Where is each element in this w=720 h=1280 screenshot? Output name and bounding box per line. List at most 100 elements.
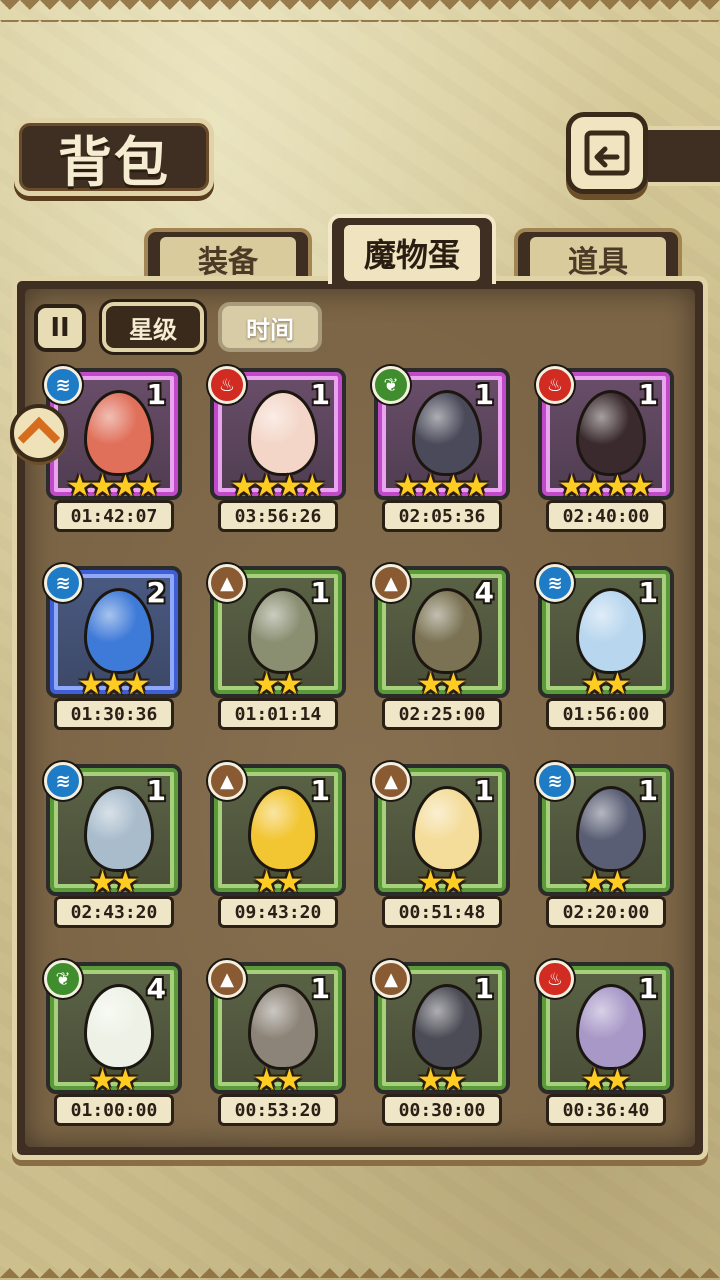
hatch-timer: 01:56:00 <box>546 698 666 730</box>
water-icon: ≋ <box>44 762 82 800</box>
monster-egg-image <box>84 984 154 1070</box>
top-border-decoration <box>0 0 720 22</box>
collapse-arrow-button[interactable] <box>10 404 68 462</box>
water-icon: ≋ <box>536 564 574 602</box>
egg-card[interactable]: 2 ≋ ★ ★ ★ <box>44 564 182 700</box>
egg-grid: 1 ≋ ★ ★ ★ ★ 01:42:07 1 ♨ ★ ★ ★ ★ 03:56:26 1 ❦ ★ ★ ★ ★ 02:05:… <box>40 366 680 1126</box>
sort-by-time-button[interactable]: 时间 <box>218 302 322 352</box>
hatch-timer: 01:00:00 <box>54 1094 174 1126</box>
star-rating: ★ ★ ★ ★ <box>50 472 178 502</box>
tab-items[interactable]: 道具 <box>514 228 682 282</box>
return-arrow-icon <box>584 130 630 176</box>
monster-egg-image <box>84 390 154 476</box>
star-icon: ★ <box>123 667 151 702</box>
star-rating: ★ ★ ★ ★ <box>542 472 670 502</box>
egg-slot: 1 ❦ ★ ★ ★ ★ 02:05:36 <box>368 366 516 538</box>
sort-order-toggle[interactable]: II <box>34 304 86 352</box>
star-rating: ★ ★ <box>378 1066 506 1096</box>
egg-card[interactable]: 4 ▲ ★ ★ <box>372 564 510 700</box>
egg-slot: 1 ▲ ★ ★ 00:53:20 <box>204 960 352 1132</box>
star-rating: ★ ★ <box>378 670 506 700</box>
egg-slot: 1 ♨ ★ ★ ★ ★ 02:40:00 <box>532 366 680 538</box>
star-icon: ★ <box>112 865 139 900</box>
fire-icon: ♨ <box>536 960 574 998</box>
egg-card[interactable]: 1 ▲ ★ ★ <box>208 564 346 700</box>
star-rating: ★ ★ <box>214 670 342 700</box>
egg-count: 1 <box>474 972 494 1005</box>
bottom-border-decoration <box>0 1258 720 1280</box>
back-button[interactable] <box>566 112 648 194</box>
egg-card[interactable]: 1 ▲ ★ ★ <box>208 762 346 898</box>
sort-by-stars-label: 星级 <box>129 315 177 344</box>
sort-order-toggle-label: II <box>50 313 70 343</box>
star-rating: ★ ★ <box>378 868 506 898</box>
star-icon: ★ <box>276 865 303 900</box>
monster-egg-image <box>412 588 482 674</box>
egg-count: 1 <box>638 576 658 609</box>
egg-card[interactable]: 1 ▲ ★ ★ <box>372 762 510 898</box>
hatch-timer: 02:05:36 <box>382 500 502 532</box>
tab-items-label: 道具 <box>568 245 628 280</box>
egg-count: 1 <box>474 774 494 807</box>
star-rating: ★ ★ <box>542 670 670 700</box>
tab-monster-eggs-label: 魔物蛋 <box>363 236 460 274</box>
water-icon: ≋ <box>44 564 82 602</box>
egg-card[interactable]: 1 ❦ ★ ★ ★ ★ <box>372 366 510 502</box>
sort-by-stars-button[interactable]: 星级 <box>102 302 204 352</box>
leaf-icon: ❦ <box>372 366 410 404</box>
egg-count: 1 <box>638 378 658 411</box>
egg-card[interactable]: 1 ♨ ★ ★ <box>536 960 674 1096</box>
egg-card[interactable]: 1 ▲ ★ ★ <box>208 960 346 1096</box>
egg-card[interactable]: 1 ≋ ★ ★ <box>44 762 182 898</box>
egg-card[interactable]: 1 ≋ ★ ★ <box>536 564 674 700</box>
monster-egg-image <box>576 984 646 1070</box>
egg-card[interactable]: 1 ▲ ★ ★ <box>372 960 510 1096</box>
egg-count: 1 <box>474 378 494 411</box>
egg-count: 1 <box>146 378 166 411</box>
monster-egg-image <box>84 786 154 872</box>
egg-count: 1 <box>638 774 658 807</box>
mountain-icon: ▲ <box>208 564 246 602</box>
star-rating: ★ ★ ★ ★ <box>214 472 342 502</box>
tab-equipment-label: 装备 <box>198 245 258 280</box>
hatch-timer: 02:40:00 <box>546 500 666 532</box>
egg-slot: 1 ≋ ★ ★ ★ ★ 01:42:07 <box>40 366 188 538</box>
star-rating: ★ ★ ★ <box>50 670 178 700</box>
egg-slot: 1 ▲ ★ ★ 00:51:48 <box>368 762 516 934</box>
monster-egg-image <box>576 786 646 872</box>
star-icon: ★ <box>440 1063 467 1098</box>
monster-egg-image <box>576 390 646 476</box>
egg-count: 1 <box>638 972 658 1005</box>
egg-card[interactable]: 1 ♨ ★ ★ ★ ★ <box>208 366 346 502</box>
monster-egg-image <box>412 390 482 476</box>
egg-count: 1 <box>146 774 166 807</box>
egg-count: 1 <box>310 576 330 609</box>
egg-count: 1 <box>310 378 330 411</box>
title-plate: 背包 <box>14 118 214 196</box>
star-rating: ★ ★ <box>50 868 178 898</box>
egg-count: 2 <box>146 576 166 609</box>
tab-monster-eggs[interactable]: 魔物蛋 <box>328 214 496 284</box>
egg-card[interactable]: 1 ≋ ★ ★ <box>536 762 674 898</box>
star-rating: ★ ★ <box>214 868 342 898</box>
egg-count: 4 <box>146 972 166 1005</box>
hatch-timer: 02:25:00 <box>382 698 502 730</box>
egg-card[interactable]: 4 ❦ ★ ★ <box>44 960 182 1096</box>
egg-slot: 1 ≋ ★ ★ 02:43:20 <box>40 762 188 934</box>
tab-equipment[interactable]: 装备 <box>144 228 312 282</box>
monster-egg-image <box>84 588 154 674</box>
egg-card[interactable]: 1 ♨ ★ ★ ★ ★ <box>536 366 674 502</box>
star-icon: ★ <box>440 667 467 702</box>
monster-egg-image <box>576 588 646 674</box>
mountain-icon: ▲ <box>372 960 410 998</box>
egg-slot: 1 ♨ ★ ★ ★ ★ 03:56:26 <box>204 366 352 538</box>
mountain-icon: ▲ <box>372 762 410 800</box>
egg-slot: 1 ▲ ★ ★ 00:30:00 <box>368 960 516 1132</box>
mountain-icon: ▲ <box>208 960 246 998</box>
egg-slot: 1 ≋ ★ ★ 02:20:00 <box>532 762 680 934</box>
fire-icon: ♨ <box>208 366 246 404</box>
star-rating: ★ ★ <box>542 1066 670 1096</box>
mountain-icon: ▲ <box>208 762 246 800</box>
star-icon: ★ <box>604 667 631 702</box>
hatch-timer: 01:01:14 <box>218 698 338 730</box>
